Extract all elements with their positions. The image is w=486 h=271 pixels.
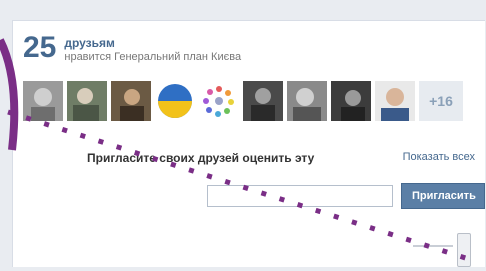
friend-avatar-6[interactable] (243, 81, 283, 121)
slider-track (413, 245, 453, 247)
show-all-link[interactable]: Показать всех (403, 151, 475, 163)
friend-avatar-9[interactable] (375, 81, 415, 121)
friends-count: 25 (23, 31, 57, 64)
friend-avatar-7[interactable] (287, 81, 327, 121)
more-friends-badge[interactable]: +16 (419, 81, 463, 121)
slider-handle[interactable] (457, 233, 471, 267)
like-widget: 25 друзьям нравится Генеральний план Киє… (12, 20, 485, 267)
friend-avatar-2[interactable] (67, 81, 107, 121)
friends-count-text: друзьям нравится Генеральний план Києва (64, 37, 241, 64)
likes-page-text: нравится Генеральний план Києва (64, 51, 242, 63)
friends-count-row: 25 друзьям нравится Генеральний план Киє… (23, 33, 241, 64)
friend-avatar-1[interactable] (23, 81, 63, 121)
ukraine-flag-avatar[interactable] (155, 81, 195, 121)
invite-friends-text: Пригласите своих друзей оценить эту (87, 151, 315, 165)
friend-avatar-list: +16 (23, 81, 463, 121)
friend-avatar-3[interactable] (111, 81, 151, 121)
friend-name-input[interactable] (207, 185, 393, 207)
friends-count-label[interactable]: друзьям (64, 37, 241, 50)
circle-logo-avatar[interactable] (199, 81, 239, 121)
invite-button[interactable]: Пригласить (401, 183, 485, 209)
friend-avatar-8[interactable] (331, 81, 371, 121)
